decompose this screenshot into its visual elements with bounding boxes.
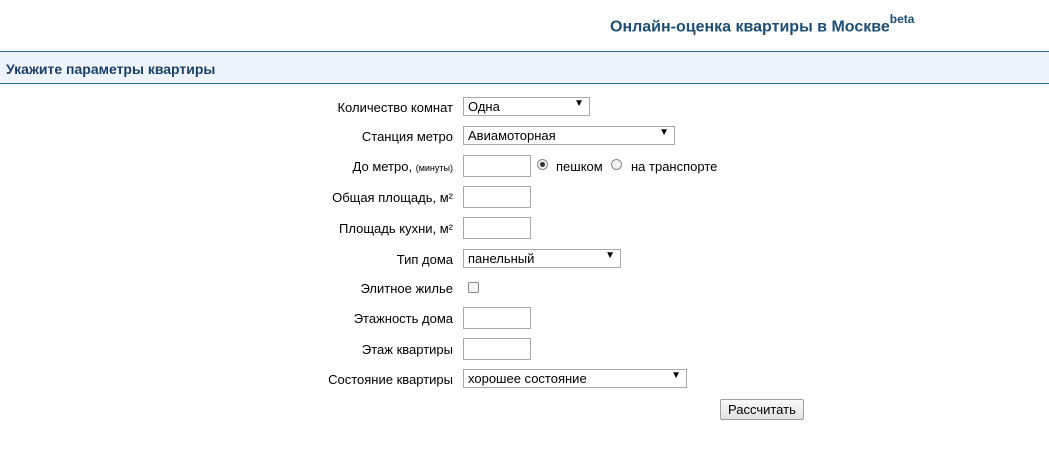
elite-checkbox[interactable]	[468, 282, 479, 293]
rooms-row: Количество комнат Одна ▼	[0, 97, 1049, 119]
distance-row: До метро, (минуты) пешком на транспорте	[0, 155, 1049, 177]
beta-badge: beta	[889, 12, 915, 26]
house-type-label: Тип дома	[396, 252, 453, 267]
metro-select-value: Авиамоторная	[468, 128, 556, 143]
floor-label: Этаж квартиры	[361, 342, 453, 357]
total-area-label: Общая площадь, м²	[332, 190, 453, 205]
condition-select[interactable]: хорошее состояние ▼	[463, 369, 687, 388]
calculate-button[interactable]: Рассчитать	[720, 399, 804, 420]
condition-row: Состояние квартиры хорошее состояние ▼	[0, 369, 1049, 391]
page-title-text: Онлайн-оценка квартиры в Москве	[610, 18, 890, 36]
floors-label: Этажность дома	[353, 311, 453, 326]
walk-radio-label: пешком	[556, 159, 603, 174]
house-type-select[interactable]: панельный ▼	[463, 249, 621, 268]
distance-label-text: До метро,	[352, 159, 413, 174]
floor-row: Этаж квартиры	[0, 338, 1049, 360]
distance-label: До метро, (минуты)	[353, 159, 453, 174]
rooms-label: Количество комнат	[337, 100, 453, 115]
section-header: Укажите параметры квартиры	[0, 51, 1049, 84]
floor-input[interactable]	[463, 338, 531, 360]
transport-radio[interactable]	[611, 159, 622, 170]
dropdown-arrow-icon: ▼	[605, 250, 615, 261]
house-type-select-value: панельный	[468, 251, 535, 266]
elite-row: Элитное жилье	[0, 278, 1049, 300]
metro-row: Станция метро Авиамоторная ▼	[0, 126, 1049, 148]
distance-input[interactable]	[463, 155, 531, 177]
rooms-select-value: Одна	[468, 99, 500, 114]
kitchen-area-input[interactable]	[463, 217, 531, 239]
dropdown-arrow-icon: ▼	[659, 127, 669, 138]
transport-radio-label: на транспорте	[631, 159, 718, 174]
condition-label: Состояние квартиры	[328, 372, 453, 387]
floors-row: Этажность дома	[0, 307, 1049, 329]
dropdown-arrow-icon: ▼	[574, 98, 584, 109]
house-type-row: Тип дома панельный ▼	[0, 249, 1049, 271]
floors-input[interactable]	[463, 307, 531, 329]
rooms-select[interactable]: Одна ▼	[463, 97, 590, 116]
page-title: Онлайн-оценка квартиры в Москвеbeta	[610, 12, 915, 36]
distance-label-unit: (минуты)	[415, 163, 453, 173]
section-title: Укажите параметры квартиры	[6, 61, 216, 77]
total-area-row: Общая площадь, м²	[0, 186, 1049, 208]
metro-select[interactable]: Авиамоторная ▼	[463, 126, 675, 145]
total-area-input[interactable]	[463, 186, 531, 208]
metro-label: Станция метро	[361, 129, 453, 144]
kitchen-area-label: Площадь кухни, м²	[339, 221, 453, 236]
dropdown-arrow-icon: ▼	[671, 370, 681, 381]
kitchen-area-row: Площадь кухни, м²	[0, 217, 1049, 239]
elite-label: Элитное жилье	[360, 281, 453, 296]
walk-radio[interactable]	[537, 159, 548, 170]
condition-select-value: хорошее состояние	[468, 371, 587, 386]
